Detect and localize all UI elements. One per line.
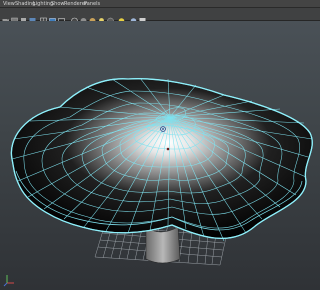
maya-viewport-panel: View Shading Lighting Show Renderer Pane… bbox=[0, 0, 320, 290]
selected-vertex[interactable] bbox=[166, 147, 170, 151]
3d-viewport[interactable] bbox=[0, 21, 320, 290]
grid-icon[interactable] bbox=[40, 10, 47, 25]
scene-canvas bbox=[10, 77, 313, 266]
menu-panels[interactable]: Panels bbox=[84, 0, 100, 8]
panel-menu-bar: View Shading Lighting Show Renderer Pane… bbox=[0, 0, 320, 8]
resolution-gate-icon[interactable] bbox=[58, 10, 65, 24]
bookmark-icon[interactable] bbox=[20, 10, 27, 24]
image-plane-icon[interactable] bbox=[29, 10, 36, 24]
camera-icon[interactable] bbox=[2, 10, 9, 23]
axis-gizmo bbox=[3, 275, 14, 287]
mushroom-cap-mesh[interactable] bbox=[10, 78, 313, 239]
isolate-icon[interactable] bbox=[118, 10, 125, 24]
menu-view[interactable]: View bbox=[3, 0, 15, 8]
camera-attributes-icon[interactable] bbox=[11, 10, 18, 25]
backface-icon[interactable] bbox=[139, 10, 146, 24]
mushroom-stem[interactable] bbox=[145, 226, 181, 264]
film-gate-icon[interactable] bbox=[49, 10, 56, 24]
textured-icon[interactable] bbox=[89, 10, 96, 24]
panel-toolbar bbox=[0, 8, 320, 25]
lights-icon[interactable] bbox=[98, 10, 105, 25]
wireframe-icon[interactable] bbox=[71, 10, 78, 25]
menu-show[interactable]: Show bbox=[51, 0, 65, 8]
xray-icon[interactable] bbox=[130, 10, 137, 24]
shadows-icon[interactable] bbox=[107, 10, 114, 25]
smooth-shade-icon[interactable] bbox=[80, 10, 87, 24]
